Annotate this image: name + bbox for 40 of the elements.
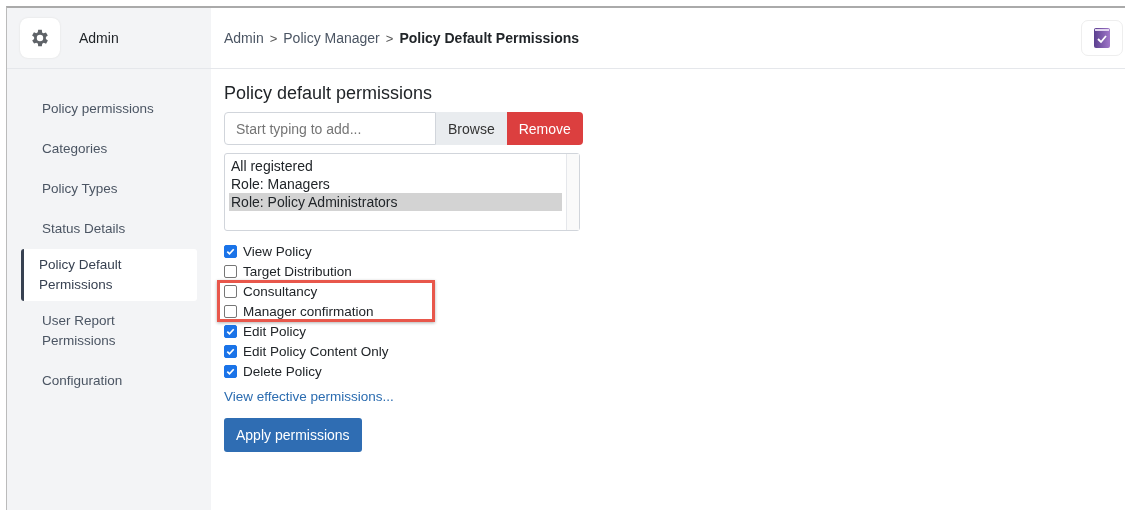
checkbox-label: Manager confirmation	[243, 303, 374, 319]
checkbox[interactable]	[224, 264, 237, 278]
scrollbar-track[interactable]	[566, 154, 579, 230]
list-option[interactable]: Role: Managers	[229, 175, 562, 193]
breadcrumb-separator: >	[269, 30, 278, 46]
apply-button[interactable]: Apply permissions	[224, 418, 362, 452]
sidebar-item[interactable]: Policy Default Permissions	[21, 249, 197, 301]
sidebar-item[interactable]: User Report Permissions	[21, 301, 197, 361]
list-option[interactable]: Role: Policy Administrators	[229, 193, 562, 211]
checkbox[interactable]	[224, 324, 237, 338]
checkbox-label: Edit Policy Content Only	[243, 343, 389, 359]
sidebar-item[interactable]: Status Details	[21, 209, 197, 249]
checkbox-label: Delete Policy	[243, 363, 322, 379]
browse-button[interactable]: Browse	[436, 112, 507, 145]
checkbox[interactable]	[224, 284, 237, 298]
sidebar-item[interactable]: Policy permissions	[21, 89, 197, 129]
remove-button[interactable]: Remove	[506, 112, 583, 145]
app-title: Admin	[79, 30, 119, 46]
checkbox-label: View Policy	[243, 243, 312, 259]
sidebar-item[interactable]: Configuration	[21, 361, 197, 401]
checkbox[interactable]	[224, 304, 237, 318]
current-page-title: Policy Default Permissions	[399, 30, 580, 46]
checkbox[interactable]	[224, 364, 237, 378]
list-option[interactable]: All registered	[229, 157, 562, 175]
breadcrumb-link[interactable]: Policy Manager	[283, 30, 380, 46]
breadcrumb-link[interactable]: Admin	[224, 30, 264, 46]
search-field[interactable]: Start typing to add...	[224, 112, 436, 145]
breadcrumb-separator: >	[385, 30, 394, 46]
checkbox[interactable]	[224, 344, 237, 358]
effective-permissions-link[interactable]: View effective permissions...	[224, 389, 394, 404]
checkbox-label: Consultancy	[243, 283, 318, 299]
sidebar-item[interactable]: Categories	[21, 129, 197, 169]
notebook-check-icon	[1094, 28, 1110, 48]
checkbox-label: Edit Policy	[243, 323, 307, 339]
sidebar-item[interactable]: Policy Types	[21, 169, 197, 209]
checkbox-label: Target Distribution	[243, 263, 352, 279]
notebook-button[interactable]	[1081, 20, 1123, 56]
checkbox[interactable]	[224, 244, 237, 258]
gear-icon	[29, 27, 51, 49]
page-heading: Policy default permissions	[224, 83, 433, 104]
